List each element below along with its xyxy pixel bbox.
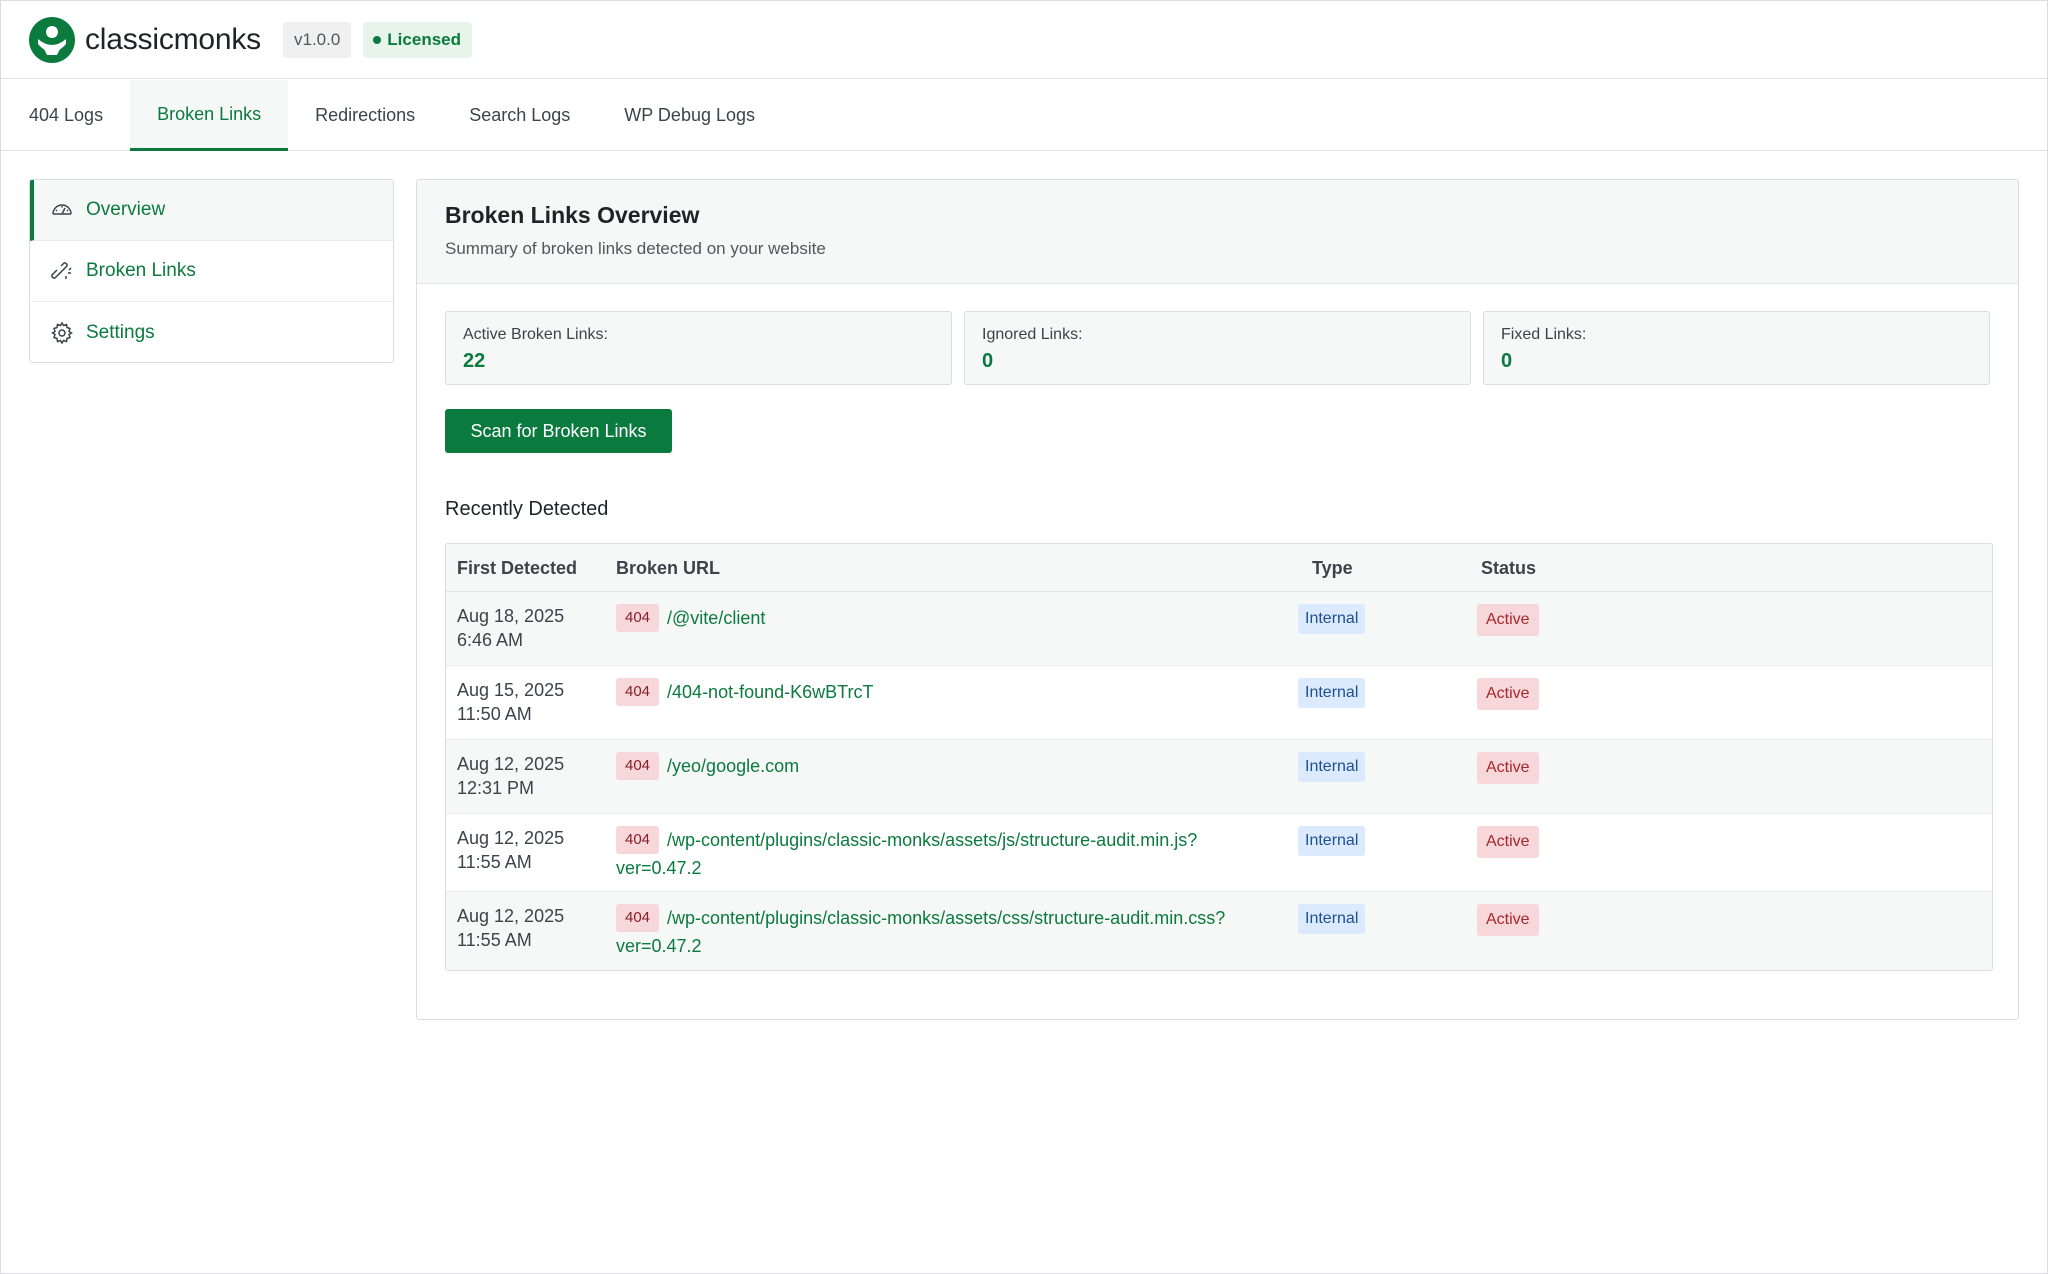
stat-label: Fixed Links: — [1501, 326, 1972, 344]
status-code-badge: 404 — [616, 604, 659, 632]
license-label: Licensed — [387, 30, 461, 50]
column-header-first-detected: First Detected — [457, 558, 577, 579]
page-subtitle: Summary of broken links detected on your… — [445, 239, 1990, 259]
type-badge: Internal — [1298, 604, 1365, 634]
table-header: First Detected Broken URL Type Status — [446, 544, 1992, 592]
first-detected-cell: Aug 12, 2025 11:55 AM — [457, 904, 564, 952]
stat-label: Active Broken Links: — [463, 326, 934, 344]
broken-url-cell: 404/wp-content/plugins/classic-monks/ass… — [616, 904, 1256, 960]
detected-date: Aug 15, 2025 — [457, 678, 564, 702]
sidebar-item-settings[interactable]: Settings — [30, 302, 393, 363]
broken-url-link[interactable]: /wp-content/plugins/classic-monks/assets… — [616, 830, 1197, 878]
stat-label: Ignored Links: — [982, 326, 1453, 344]
detected-time: 11:55 AM — [457, 850, 564, 874]
detected-date: Aug 18, 2025 — [457, 604, 564, 628]
status-badge: Active — [1477, 904, 1539, 936]
type-badge: Internal — [1298, 752, 1365, 782]
tab-search-logs[interactable]: Search Logs — [442, 80, 597, 151]
sidebar: Overview Broken Links Settings — [29, 179, 394, 363]
license-badge: Licensed — [363, 22, 472, 58]
type-badge: Internal — [1298, 678, 1365, 708]
column-header-status: Status — [1481, 558, 1536, 579]
stats-row: Active Broken Links: 22 Ignored Links: 0… — [445, 311, 1990, 385]
status-badge: Active — [1477, 826, 1539, 858]
status-badge: Active — [1477, 752, 1539, 784]
broken-link-icon — [50, 259, 74, 283]
status-code-badge: 404 — [616, 826, 659, 854]
status-badge: Active — [1477, 604, 1539, 636]
stat-card-ignored: Ignored Links: 0 — [964, 311, 1471, 385]
tab-redirections[interactable]: Redirections — [288, 80, 442, 151]
column-header-broken-url: Broken URL — [616, 558, 720, 579]
tab-broken-links[interactable]: Broken Links — [130, 80, 288, 151]
table-row: Aug 12, 2025 11:55 AM 404/wp-content/plu… — [446, 892, 1992, 970]
status-badge: Active — [1477, 678, 1539, 710]
broken-url-link[interactable]: /404-not-found-K6wBTrcT — [667, 682, 873, 702]
table-row: Aug 15, 2025 11:50 AM 404/404-not-found-… — [446, 666, 1992, 740]
sidebar-item-label: Settings — [86, 322, 155, 344]
detected-date: Aug 12, 2025 — [457, 904, 564, 928]
stat-card-fixed: Fixed Links: 0 — [1483, 311, 1990, 385]
recent-table: First Detected Broken URL Type Status Au… — [445, 543, 1993, 971]
first-detected-cell: Aug 12, 2025 12:31 PM — [457, 752, 564, 800]
broken-url-cell: 404/wp-content/plugins/classic-monks/ass… — [616, 826, 1256, 882]
gear-icon — [50, 321, 74, 345]
top-header: classicmonks v1.0.0 Licensed — [1, 1, 2047, 79]
column-header-type: Type — [1312, 558, 1353, 579]
status-code-badge: 404 — [616, 752, 659, 780]
brand-name: classicmonks — [85, 23, 261, 57]
sidebar-item-label: Broken Links — [86, 260, 196, 282]
scan-broken-links-button[interactable]: Scan for Broken Links — [445, 409, 672, 453]
first-detected-cell: Aug 18, 2025 6:46 AM — [457, 604, 564, 652]
recent-section-title: Recently Detected — [445, 498, 608, 521]
broken-url-link[interactable]: /@vite/client — [667, 608, 765, 628]
sidebar-item-broken-links[interactable]: Broken Links — [30, 241, 393, 302]
broken-url-link[interactable]: /wp-content/plugins/classic-monks/assets… — [616, 908, 1225, 956]
version-badge: v1.0.0 — [283, 22, 351, 58]
sidebar-item-label: Overview — [86, 199, 165, 221]
detected-time: 11:55 AM — [457, 928, 564, 952]
table-row: Aug 18, 2025 6:46 AM 404 /@vite/client In… — [446, 592, 1992, 666]
first-detected-cell: Aug 12, 2025 11:55 AM — [457, 826, 564, 874]
broken-url-cell: 404/404-not-found-K6wBTrcT — [616, 678, 1256, 706]
table-row: Aug 12, 2025 11:55 AM 404/wp-content/plu… — [446, 814, 1992, 892]
detected-date: Aug 12, 2025 — [457, 826, 564, 850]
page-title: Broken Links Overview — [445, 202, 1990, 229]
dashboard-icon — [50, 198, 74, 222]
type-badge: Internal — [1298, 826, 1365, 856]
detected-time: 6:46 AM — [457, 628, 564, 652]
overview-panel: Broken Links Overview Summary of broken … — [416, 179, 2019, 1020]
detected-date: Aug 12, 2025 — [457, 752, 564, 776]
tab-wp-debug-logs[interactable]: WP Debug Logs — [597, 80, 782, 151]
sidebar-item-overview[interactable]: Overview — [30, 180, 393, 241]
panel-header: Broken Links Overview Summary of broken … — [417, 180, 2018, 284]
stat-value: 0 — [1501, 350, 1972, 373]
monk-logo-icon — [29, 17, 75, 63]
detected-time: 11:50 AM — [457, 702, 564, 726]
stat-value: 0 — [982, 350, 1453, 373]
broken-url-link[interactable]: /yeo/google.com — [667, 756, 799, 776]
tab-404-logs[interactable]: 404 Logs — [2, 80, 130, 151]
type-badge: Internal — [1298, 904, 1365, 934]
table-row: Aug 12, 2025 12:31 PM 404/yeo/google.com… — [446, 740, 1992, 814]
stat-card-active: Active Broken Links: 22 — [445, 311, 952, 385]
detected-time: 12:31 PM — [457, 776, 564, 800]
broken-url-cell: 404 /@vite/client — [616, 604, 1256, 632]
broken-url-cell: 404/yeo/google.com — [616, 752, 1256, 780]
stat-value: 22 — [463, 350, 934, 373]
status-code-badge: 404 — [616, 678, 659, 706]
first-detected-cell: Aug 15, 2025 11:50 AM — [457, 678, 564, 726]
status-dot-icon — [373, 36, 381, 44]
main-tabs: 404 Logs Broken Links Redirections Searc… — [1, 80, 2047, 151]
status-code-badge: 404 — [616, 904, 659, 932]
